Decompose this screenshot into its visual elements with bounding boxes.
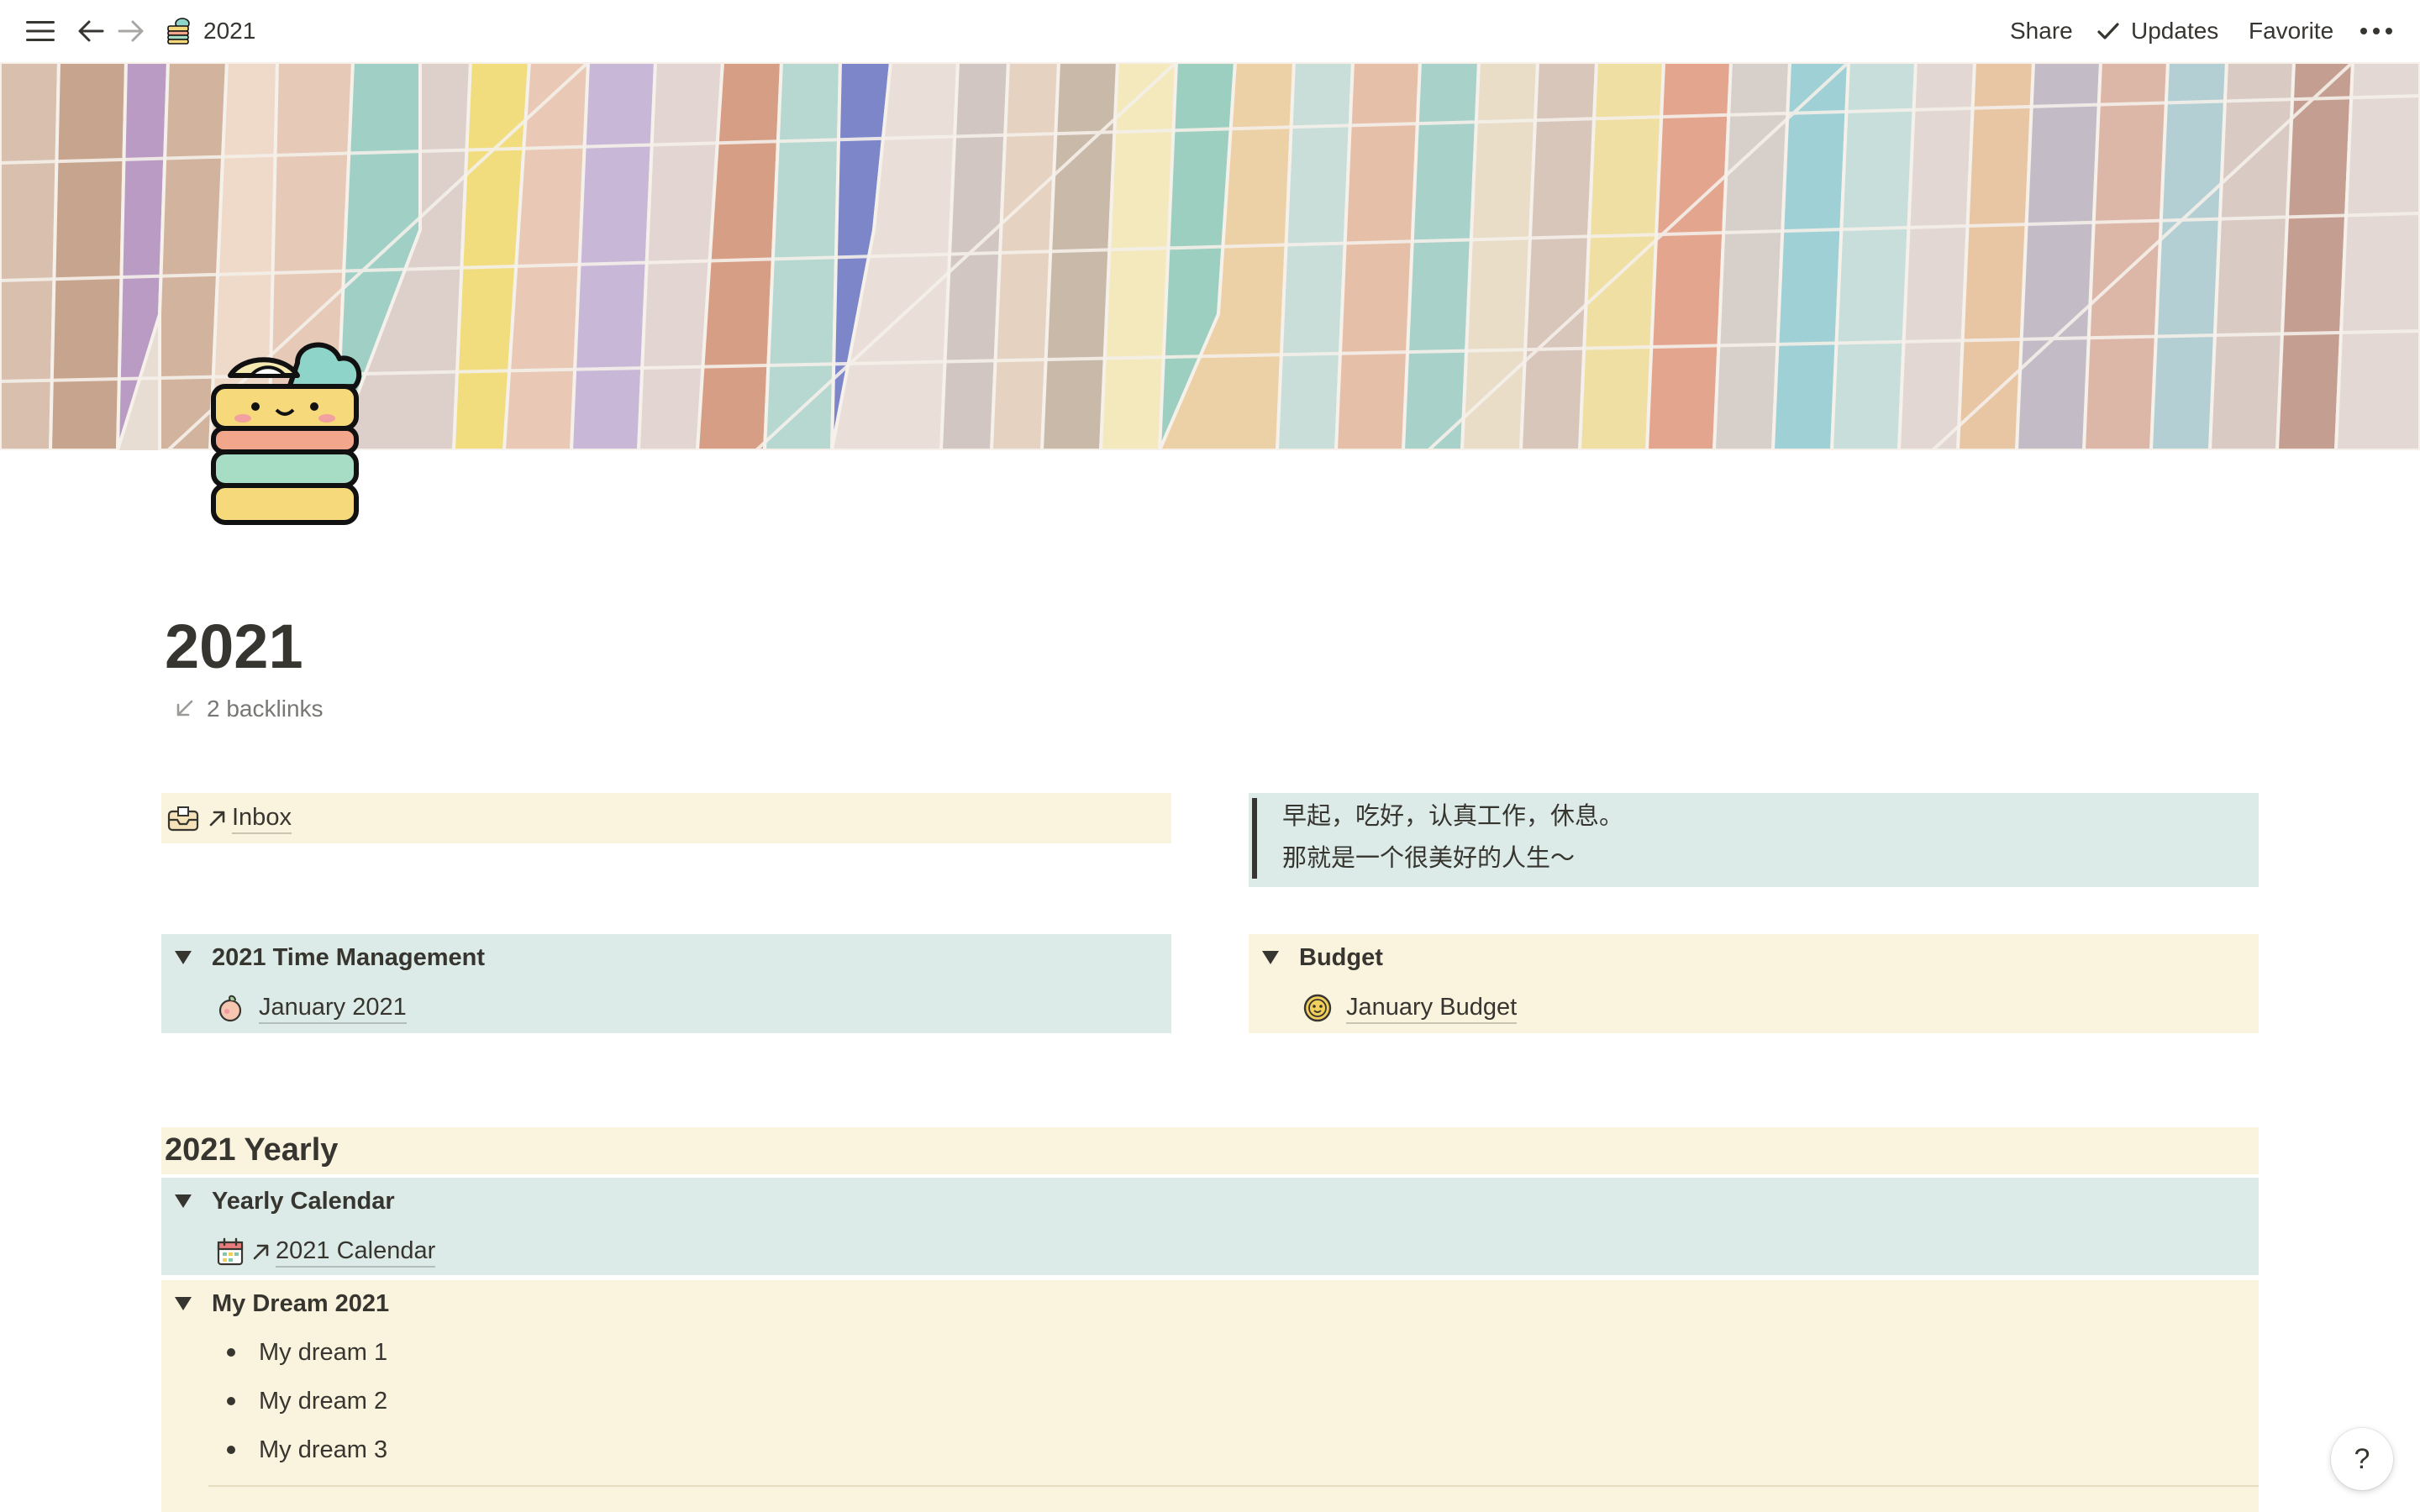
yearly-heading[interactable]: 2021 Yearly: [165, 1131, 338, 1169]
more-options-icon[interactable]: [2356, 17, 2396, 45]
toggle-triangle-icon[interactable]: [175, 951, 192, 964]
inbox-link-label: Inbox: [232, 802, 292, 834]
link-arrow-icon: [209, 811, 225, 827]
top-bar: 2021 Share Updates Favorite: [0, 0, 2420, 62]
quote-line-2: 那就是一个很美好的人生～: [1282, 845, 1576, 872]
sidebar-toggle-menu-icon[interactable]: [24, 15, 57, 47]
list-item[interactable]: My dream 1: [259, 1336, 387, 1369]
toggle-triangle-icon[interactable]: [1262, 951, 1279, 964]
quote-block[interactable]: 早起，吃好，认真工作，休息。 那就是一个很美好的人生～: [1249, 793, 2259, 887]
time-management-toggle[interactable]: 2021 Time Management: [212, 941, 485, 974]
forward-arrow-icon[interactable]: [114, 15, 148, 47]
bullet-dot: [227, 1348, 235, 1357]
quote-bar: [1252, 798, 1257, 879]
share-button[interactable]: Share: [2010, 13, 2073, 49]
my-dream-callout: [161, 1280, 2259, 1512]
inbox-callout: [161, 793, 1171, 843]
backlinks-link[interactable]: 2 backlinks: [171, 694, 324, 724]
help-label: ?: [2354, 1442, 2370, 1475]
backlinks-count: 2 backlinks: [207, 696, 324, 722]
toggle-triangle-icon[interactable]: [175, 1297, 192, 1310]
bullet-dot: [227, 1397, 235, 1405]
toggle-triangle-icon[interactable]: [175, 1194, 192, 1208]
checkmark-icon[interactable]: [2096, 18, 2121, 44]
january-2021-link[interactable]: January 2021: [215, 991, 407, 1025]
breadcrumb-title[interactable]: 2021: [203, 13, 255, 49]
breadcrumb-page-icon[interactable]: [163, 17, 193, 45]
january-budget-link[interactable]: January Budget: [1302, 991, 1518, 1025]
bullet-dot: [227, 1446, 235, 1454]
page-title[interactable]: 2021: [165, 605, 303, 689]
quote-line-1: 早起，吃好，认真工作，休息。: [1282, 803, 1624, 830]
2021-calendar-link[interactable]: 2021 Calendar: [215, 1235, 436, 1268]
backlink-arrow-icon: [176, 700, 193, 717]
january-2021-label: January 2021: [259, 992, 407, 1024]
january-budget-label: January Budget: [1346, 992, 1518, 1024]
calendar-icon: [217, 1237, 244, 1266]
page-emoji-icon[interactable]: [205, 338, 365, 531]
updates-button[interactable]: Updates: [2131, 13, 2218, 49]
yearly-heading-block: [161, 1127, 2259, 1174]
my-dream-toggle[interactable]: My Dream 2021: [212, 1287, 389, 1320]
budget-toggle[interactable]: Budget: [1299, 941, 1383, 974]
peach-icon: [218, 995, 242, 1022]
back-arrow-icon[interactable]: [74, 15, 108, 47]
list-item[interactable]: My dream 2: [259, 1384, 387, 1418]
2021-calendar-label: 2021 Calendar: [276, 1236, 436, 1268]
inbox-link[interactable]: Inbox: [166, 801, 292, 835]
link-arrow-icon: [253, 1244, 269, 1260]
list-item[interactable]: My dream 3: [259, 1433, 387, 1467]
coin-icon: [1303, 994, 1332, 1022]
help-button[interactable]: ?: [2331, 1428, 2393, 1490]
favorite-button[interactable]: Favorite: [2249, 13, 2333, 49]
yearly-calendar-callout: [161, 1178, 2259, 1275]
yearly-calendar-toggle[interactable]: Yearly Calendar: [212, 1184, 395, 1218]
divider: [208, 1485, 2259, 1487]
inbox-tray-icon: [167, 806, 199, 832]
